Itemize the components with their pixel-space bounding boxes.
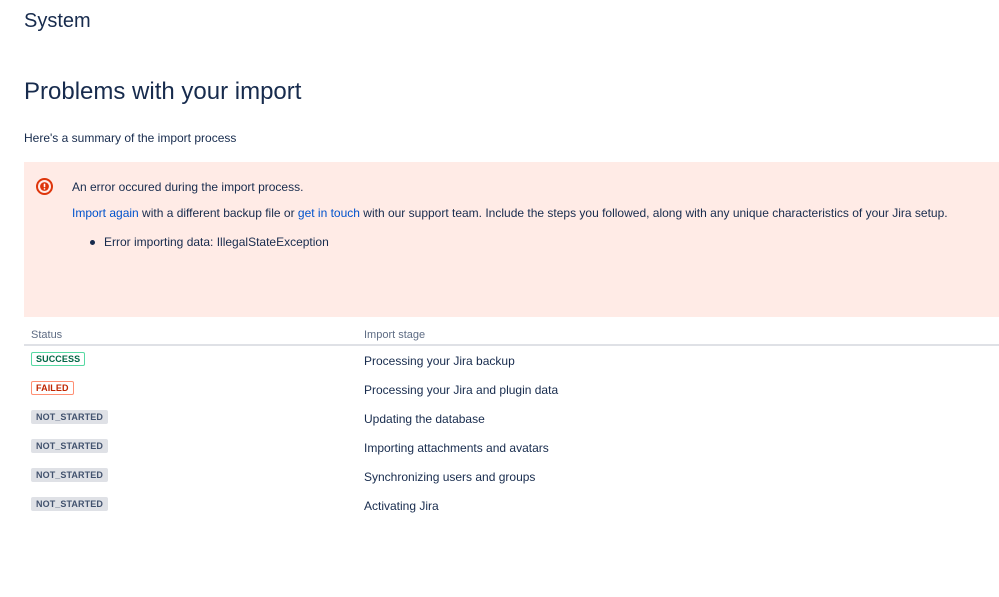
- status-lozenge-not-started: NOT_STARTED: [31, 410, 108, 424]
- stage-label: Processing your Jira and plugin data: [364, 383, 559, 397]
- error-heading: An error occured during the import proce…: [72, 180, 304, 194]
- status-lozenge-not-started: NOT_STARTED: [31, 468, 108, 482]
- error-detail-item: Error importing data: IllegalStateExcept…: [90, 235, 329, 249]
- error-message-panel: An error occured during the import proce…: [24, 162, 999, 317]
- error-icon: [36, 178, 53, 195]
- table-header: Status Import stage: [24, 325, 999, 346]
- status-lozenge-not-started: NOT_STARTED: [31, 497, 108, 511]
- error-text-part-1: with a different backup file or: [138, 206, 298, 220]
- table-row: NOT_STARTED Activating Jira: [24, 491, 999, 520]
- table-row: NOT_STARTED Updating the database: [24, 404, 999, 433]
- page-title: Problems with your import: [24, 78, 302, 105]
- section-title: System: [24, 10, 91, 32]
- error-text-part-2: with our support team. Include the steps…: [359, 206, 948, 220]
- status-lozenge-not-started: NOT_STARTED: [31, 439, 108, 453]
- get-in-touch-link[interactable]: get in touch: [298, 206, 360, 220]
- status-lozenge-failed: FAILED: [31, 381, 74, 395]
- stage-label: Synchronizing users and groups: [364, 470, 536, 484]
- table-row: SUCCESS Processing your Jira backup: [24, 346, 999, 375]
- table-row: FAILED Processing your Jira and plugin d…: [24, 375, 999, 404]
- stage-label: Updating the database: [364, 412, 485, 426]
- summary-text: Here's a summary of the import process: [24, 131, 237, 145]
- stage-label: Activating Jira: [364, 499, 439, 513]
- stage-label: Processing your Jira backup: [364, 354, 515, 368]
- table-row: NOT_STARTED Importing attachments and av…: [24, 433, 999, 462]
- status-lozenge-success: SUCCESS: [31, 352, 86, 366]
- import-again-link[interactable]: Import again: [72, 206, 139, 220]
- status-column-header: Status: [31, 329, 63, 341]
- import-stages-table: Status Import stage SUCCESS Processing y…: [24, 325, 999, 520]
- table-row: NOT_STARTED Synchronizing users and grou…: [24, 462, 999, 491]
- error-instructions: Import again with a different backup fil…: [72, 206, 948, 220]
- import-problems-page: System Problems with your import Here's …: [0, 0, 999, 597]
- import-stage-column-header: Import stage: [364, 329, 426, 341]
- stage-label: Importing attachments and avatars: [364, 441, 549, 455]
- error-details-list: Error importing data: IllegalStateExcept…: [90, 235, 329, 249]
